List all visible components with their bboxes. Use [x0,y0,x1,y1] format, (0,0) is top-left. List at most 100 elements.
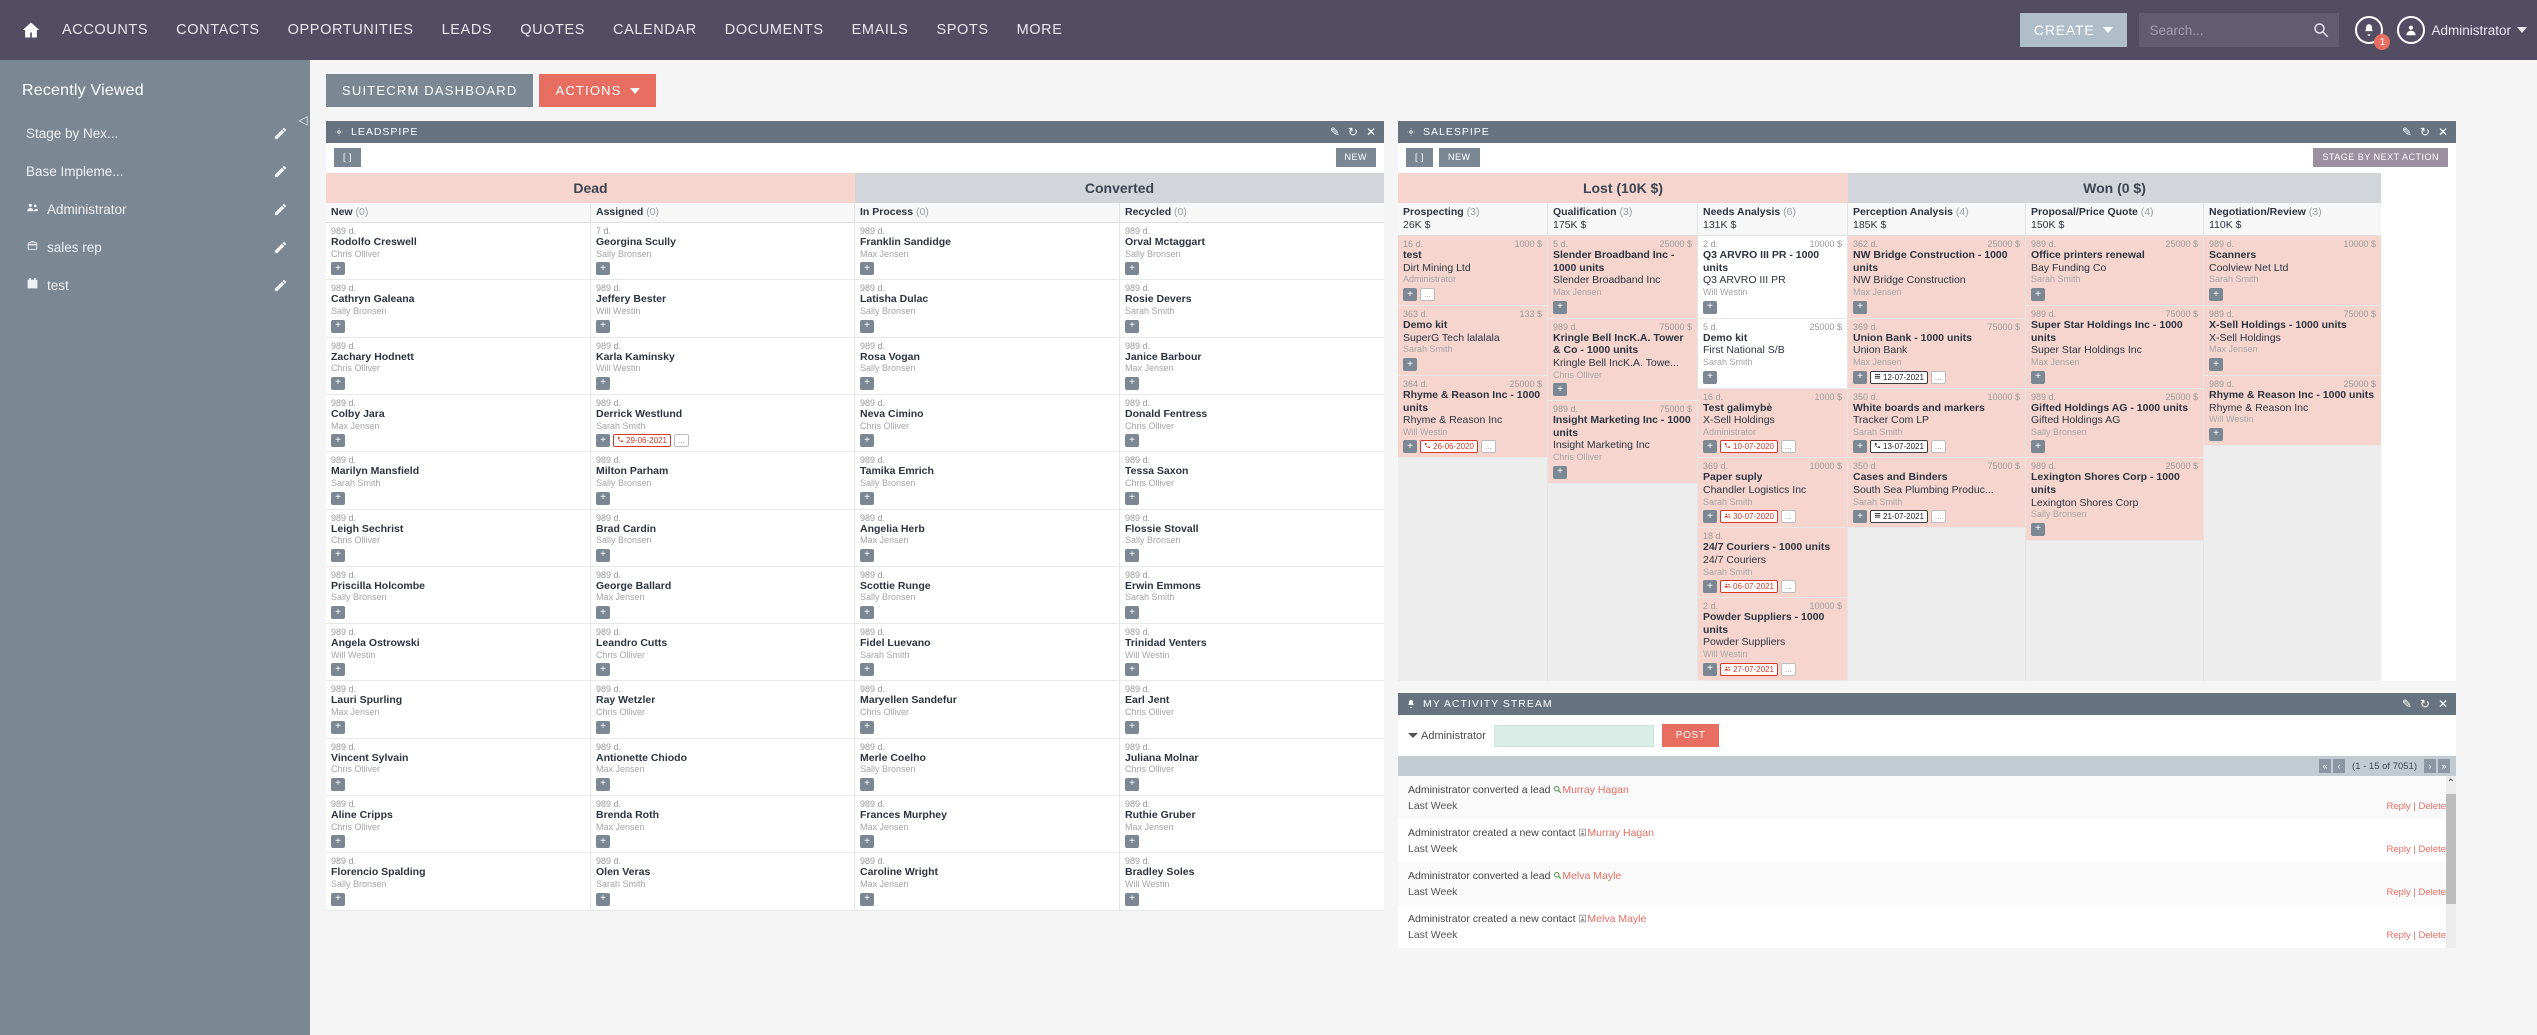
recently-viewed-item-1[interactable]: Base Impleme... [0,152,310,190]
activity-post-button[interactable]: POST [1661,724,1720,748]
next-action-date-pill[interactable]: 27-07-2021 [1720,662,1778,676]
leadspipe-card[interactable]: 989 d. Priscilla Holcombe Sally Bronsen + [326,566,590,625]
leadspipe-card[interactable]: 989 d. Vincent Sylvain Chris Olliver + [326,738,590,796]
salespipe-card[interactable]: 989 d. 75000 $ Insight Marketing Inc - 100… [1548,401,1697,484]
leadspipe-card[interactable]: 989 d. Neva Cimino Chris Olliver + [855,394,1119,453]
salespipe-card[interactable]: 362 d. 25000 $ NW Bridge Construction - 10… [1848,236,2025,319]
reply-link[interactable]: Reply [2386,801,2410,812]
add-activity-button[interactable]: + [860,548,874,562]
close-icon[interactable]: ✕ [2438,126,2448,138]
add-activity-button[interactable]: + [596,262,610,276]
add-activity-button[interactable]: + [331,606,345,620]
salespipe-new-button[interactable]: NEW [1439,148,1480,167]
leadspipe-card[interactable]: 989 d. Franklin Sandidge Max Jensen + [855,223,1119,281]
search-input[interactable] [2149,22,2315,38]
add-activity-button[interactable]: + [860,892,874,906]
recently-viewed-item-4[interactable]: test [0,266,310,304]
add-activity-button[interactable]: + [2031,288,2045,302]
add-activity-button[interactable]: + [331,376,345,390]
next-action-date-pill[interactable]: 10-07-2020 [1720,440,1778,454]
next-action-date-pill[interactable]: 26-06-2020 [1420,440,1478,454]
last-page-button[interactable]: » [2438,759,2450,774]
leadspipe-card[interactable]: 989 d. Antionette Chiodo Max Jensen + [591,738,854,796]
add-activity-button[interactable]: + [1703,370,1717,384]
leadspipe-card[interactable]: 989 d. Latisha Dulac Sally Bronsen + [855,280,1119,338]
add-activity-button[interactable]: + [331,548,345,562]
salespipe-card[interactable]: 369 d. 10000 $ Paper suply Chandler Logisti… [1698,458,1847,529]
add-activity-button[interactable]: + [860,663,874,677]
leadspipe-card[interactable]: 989 d. Orval Mctaggart Sally Bronsen + [1120,223,1384,281]
more-options-button[interactable]: ... [1930,370,1946,384]
leadspipe-card[interactable]: 989 d. Ruthie Gruber Max Jensen + [1120,795,1384,854]
leadspipe-card[interactable]: 989 d. Marilyn Mansfield Sarah Smith + [326,452,590,510]
salespipe-card[interactable]: 369 d. 75000 $ Union Bank - 1000 units Unio… [1848,318,2025,389]
leadspipe-card[interactable]: 989 d. Jeffery Bester Will Westin + [591,280,854,338]
add-activity-button[interactable]: + [1403,440,1417,454]
add-activity-button[interactable]: + [596,835,610,849]
leadspipe-card[interactable]: 989 d. Caroline Wright Max Jensen + [855,853,1119,911]
pencil-icon[interactable] [273,164,288,179]
leadspipe-card[interactable]: 989 d. Rosa Vogan Sally Bronsen + [855,337,1119,395]
nav-link-leads[interactable]: LEADS [428,0,507,60]
add-activity-button[interactable]: + [860,376,874,390]
search-icon[interactable] [2312,21,2330,39]
leadspipe-card[interactable]: 989 d. Ray Wetzler Chris Olliver + [591,681,854,739]
add-activity-button[interactable]: + [331,319,345,333]
add-activity-button[interactable]: + [1125,720,1139,734]
add-activity-button[interactable]: + [331,777,345,791]
leadspipe-card[interactable]: 989 d. Juliana Molnar Chris Olliver + [1120,738,1384,796]
leadspipe-card[interactable]: 989 d. Karla Kaminsky Will Westin + [591,337,854,395]
more-options-button[interactable]: ... [1420,288,1435,302]
salespipe-card[interactable]: 989 d. 25000 $ Gifted Holdings AG - 1000 u… [2026,388,2203,459]
add-activity-button[interactable]: + [1553,383,1567,397]
more-options-button[interactable]: ... [1930,440,1946,454]
add-activity-button[interactable]: + [1403,358,1417,371]
add-activity-button[interactable]: + [1703,510,1717,524]
salespipe-card[interactable]: 2 d. 10000 $ Q3 ARVRO III PR - 1000 units Q… [1698,236,1847,319]
recently-viewed-item-3[interactable]: sales rep [0,228,310,266]
add-activity-button[interactable]: + [1125,376,1139,390]
leadspipe-card[interactable]: 989 d. Rosie Devers Sarah Smith + [1120,280,1384,338]
more-options-button[interactable]: ... [1930,510,1946,524]
close-icon[interactable]: ✕ [2438,698,2448,710]
add-activity-button[interactable]: + [596,663,610,677]
salespipe-card[interactable]: 2 d. 10000 $ Powder Suppliers - 1000 units… [1698,598,1847,681]
salespipe-card[interactable]: 989 d. 75000 $ Kringle Bell IncK.A. Tower … [1548,318,1697,402]
activity-record-link[interactable]: Murray Hagan [1587,827,1654,839]
add-activity-button[interactable]: + [860,835,874,849]
add-activity-button[interactable]: + [1703,440,1717,454]
add-activity-button[interactable]: + [2031,370,2045,384]
salespipe-card[interactable]: 18 d. 24/7 Couriers - 1000 units 24/7 Cour… [1698,528,1847,599]
add-activity-button[interactable]: + [1703,300,1717,314]
activity-record-link[interactable]: Melva Mayle [1562,870,1621,882]
add-activity-button[interactable]: + [1125,319,1139,333]
leadspipe-card[interactable]: 989 d. Frances Murphey Max Jensen + [855,795,1119,854]
add-activity-button[interactable]: + [1125,892,1139,906]
leadspipe-card[interactable]: 989 d. Tessa Saxon Chris Olliver + [1120,452,1384,510]
add-activity-button[interactable]: + [1125,663,1139,677]
add-activity-button[interactable]: + [2031,440,2045,454]
add-activity-button[interactable]: + [860,491,874,505]
leadspipe-card[interactable]: 989 d. Trinidad Venters Will Westin + [1120,624,1384,682]
pencil-icon[interactable] [273,240,288,255]
leadspipe-card[interactable]: 989 d. Angela Ostrowski Will Westin + [326,624,590,682]
leadspipe-card[interactable]: 989 d. Leandro Cutts Chris Olliver + [591,624,854,682]
tab-suitecrm-dashboard[interactable]: SUITECRM DASHBOARD [326,74,534,107]
reply-link[interactable]: Reply [2386,887,2410,898]
leadspipe-card[interactable]: 989 d. Rodolfo Creswell Chris Olliver + [326,223,590,281]
add-activity-button[interactable]: + [596,606,610,620]
nav-link-emails[interactable]: EMAILS [838,0,923,60]
more-options-button[interactable]: ... [1780,440,1796,454]
delete-link[interactable]: Delete [2419,801,2446,812]
scrollbar-thumb[interactable] [2446,794,2456,905]
leadspipe-brackets-button[interactable]: [ ] [334,148,362,167]
add-activity-button[interactable]: + [331,663,345,677]
leadspipe-card[interactable]: 989 d. Milton Parham Sally Bronsen + [591,452,854,510]
activity-user-selector[interactable]: Administrator [1408,730,1486,742]
add-activity-button[interactable]: + [1853,300,1867,314]
edit-icon[interactable]: ✎ [2402,698,2412,710]
refresh-icon[interactable]: ↻ [2420,126,2430,138]
home-icon[interactable] [14,20,48,40]
add-activity-button[interactable]: + [860,319,874,333]
salespipe-card[interactable]: 989 d. 25000 $ Office printers renewal Bay … [2026,236,2203,307]
